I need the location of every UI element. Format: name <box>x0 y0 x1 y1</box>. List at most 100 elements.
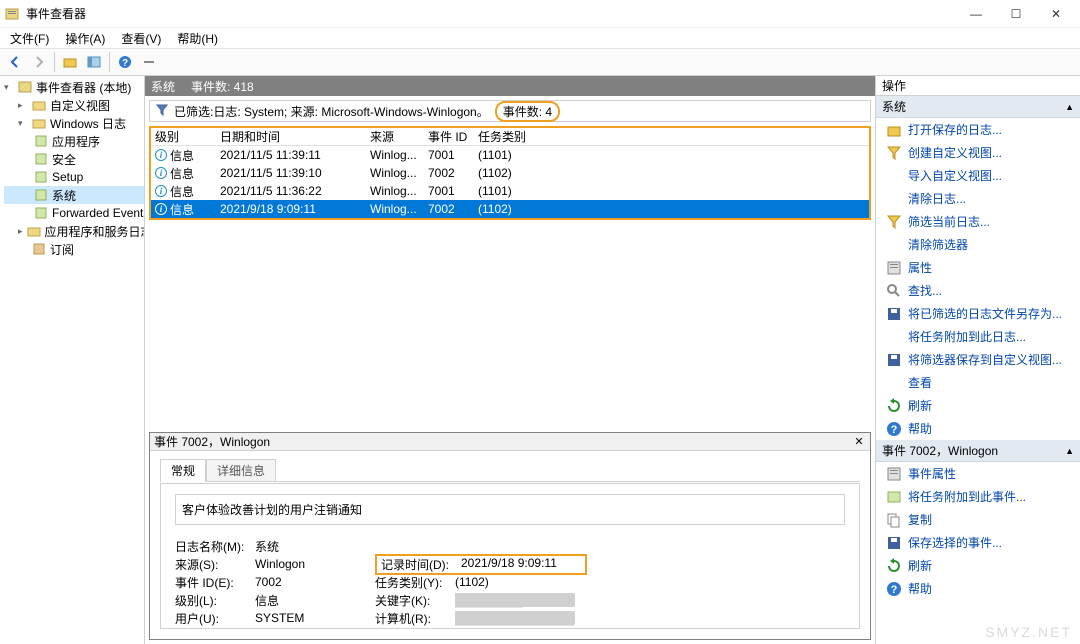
action-item[interactable]: ? 帮助 <box>876 417 1080 440</box>
find-icon <box>886 283 902 299</box>
center-count: 事件数: 418 <box>191 78 254 95</box>
action-item[interactable]: 打开保存的日志... <box>876 118 1080 141</box>
collapse-icon[interactable]: ▲ <box>1065 446 1074 456</box>
col-source[interactable]: 来源 <box>366 128 424 145</box>
action-label: 复制 <box>908 511 932 528</box>
action-item[interactable]: ?帮助 <box>876 577 1080 600</box>
titlebar: 事件查看器 — ☐ ✕ <box>0 0 1080 28</box>
table-row[interactable]: i信息2021/11/5 11:39:10Winlog...7002(1102) <box>151 164 869 182</box>
tree-windows-logs[interactable]: ▾ Windows 日志 <box>4 114 144 132</box>
cell-source: Winlog... <box>366 148 424 162</box>
tab-details[interactable]: 详细信息 <box>206 459 276 482</box>
tree-subscriptions[interactable]: 订阅 <box>4 240 144 258</box>
action-item[interactable]: 将已筛选的日志文件另存为... <box>876 302 1080 325</box>
collapse-icon[interactable]: ▲ <box>1065 102 1074 112</box>
info-icon: i <box>155 203 167 215</box>
tree-label: 应用程序和服务日志 <box>45 223 145 240</box>
col-task[interactable]: 任务类别 <box>474 128 534 145</box>
action-item[interactable]: 将任务附加到此日志... <box>876 325 1080 348</box>
tab-general[interactable]: 常规 <box>160 459 206 482</box>
detail-tabs: 常规 详细信息 <box>150 451 870 482</box>
time-value: 2021/9/18 9:09:11 <box>461 556 581 573</box>
col-level[interactable]: 级别 <box>151 128 216 145</box>
action-label: 帮助 <box>908 420 932 437</box>
action-item[interactable]: 属性 <box>876 256 1080 279</box>
action-item[interactable]: 创建自定义视图... <box>876 141 1080 164</box>
expander-icon[interactable]: ▾ <box>18 118 28 129</box>
open-icon <box>886 122 902 138</box>
action-item[interactable]: 将筛选器保存到自定义视图... <box>876 348 1080 371</box>
back-button[interactable] <box>4 51 26 73</box>
log-icon <box>34 134 48 148</box>
action-label: 筛选当前日志... <box>908 213 990 230</box>
tree-app-services[interactable]: ▸ 应用程序和服务日志 <box>4 222 144 240</box>
panel-button[interactable] <box>83 51 105 73</box>
svg-text:?: ? <box>891 424 898 436</box>
action-label: 导入自定义视图... <box>908 167 1002 184</box>
menu-help[interactable]: 帮助(H) <box>171 29 224 48</box>
none-icon <box>886 375 902 391</box>
user-value: SYSTEM <box>255 611 375 625</box>
action-item[interactable]: 导入自定义视图... <box>876 164 1080 187</box>
overflow-button[interactable] <box>138 51 160 73</box>
action-item[interactable]: 刷新 <box>876 554 1080 577</box>
expander-icon[interactable]: ▸ <box>18 100 28 111</box>
tree-label: Windows 日志 <box>50 115 126 132</box>
log-name-label: 日志名称(M): <box>175 538 255 555</box>
action-item[interactable]: 事件属性 <box>876 462 1080 485</box>
table-row[interactable]: i信息2021/11/5 11:39:11Winlog...7001(1101) <box>151 146 869 164</box>
action-item[interactable]: 查看 <box>876 371 1080 394</box>
expander-icon[interactable]: ▾ <box>4 82 14 93</box>
tree-custom-views[interactable]: ▸ 自定义视图 <box>4 96 144 114</box>
tree-setup-log[interactable]: Setup <box>4 168 144 186</box>
action-item[interactable]: 保存选择的事件... <box>876 531 1080 554</box>
forward-button[interactable] <box>28 51 50 73</box>
action-label: 查找... <box>908 282 942 299</box>
list-header: 级别 日期和时间 来源 事件 ID 任务类别 <box>151 128 869 146</box>
col-date[interactable]: 日期和时间 <box>216 128 366 145</box>
action-item[interactable]: 清除日志... <box>876 187 1080 210</box>
maximize-button[interactable]: ☐ <box>996 0 1036 28</box>
folder-button[interactable] <box>59 51 81 73</box>
detail-close-button[interactable]: ✕ <box>852 435 866 449</box>
tree-app-log[interactable]: 应用程序 <box>4 132 144 150</box>
action-item[interactable]: 查找... <box>876 279 1080 302</box>
action-item[interactable]: 筛选当前日志... <box>876 210 1080 233</box>
subscription-icon <box>32 242 46 256</box>
close-button[interactable]: ✕ <box>1036 0 1076 28</box>
cell-date: 2021/11/5 11:39:10 <box>216 166 366 180</box>
save-icon <box>886 306 902 322</box>
filter-count-highlight: 事件数: 4 <box>495 101 560 122</box>
actions-title: 操作 <box>876 76 1080 96</box>
none-icon <box>886 329 902 345</box>
action-item[interactable]: 刷新 <box>876 394 1080 417</box>
tree-root[interactable]: ▾ 事件查看器 (本地) <box>4 78 144 96</box>
menu-view[interactable]: 查看(V) <box>115 29 167 48</box>
menu-file[interactable]: 文件(F) <box>4 29 55 48</box>
table-row[interactable]: i信息2021/11/5 11:36:22Winlog...7001(1101) <box>151 182 869 200</box>
table-row[interactable]: i信息2021/9/18 9:09:11Winlog...7002(1102) <box>151 200 869 218</box>
action-item[interactable]: 清除筛选器 <box>876 233 1080 256</box>
svg-text:?: ? <box>122 58 128 69</box>
time-label: 记录时间(D): <box>381 556 461 573</box>
actions-list-event: 事件属性将任务附加到此事件... 复制保存选择的事件...刷新?帮助 <box>876 462 1080 600</box>
tree-forwarded-log[interactable]: Forwarded Events <box>4 204 144 222</box>
action-label: 清除筛选器 <box>908 236 968 253</box>
action-label: 清除日志... <box>908 190 966 207</box>
cell-level: 信息 <box>170 165 194 182</box>
list-spacer <box>145 220 875 426</box>
tree-security-log[interactable]: 安全 <box>4 150 144 168</box>
help-button[interactable]: ? <box>114 51 136 73</box>
cell-level: 信息 <box>170 183 194 200</box>
event-description: 客户体验改善计划的用户注销通知 <box>175 494 845 525</box>
minimize-button[interactable]: — <box>956 0 996 28</box>
action-item[interactable]: 复制 <box>876 508 1080 531</box>
action-item[interactable]: 将任务附加到此事件... <box>876 485 1080 508</box>
menu-action[interactable]: 操作(A) <box>59 29 111 48</box>
expander-icon[interactable]: ▸ <box>18 226 23 237</box>
cell-task: (1101) <box>474 148 534 162</box>
tree-system-log[interactable]: 系统 <box>4 186 144 204</box>
filter-bar: 已筛选:日志: System; 来源: Microsoft-Windows-Wi… <box>149 100 871 122</box>
cell-eventid: 7002 <box>424 166 474 180</box>
col-eventid[interactable]: 事件 ID <box>424 128 474 145</box>
